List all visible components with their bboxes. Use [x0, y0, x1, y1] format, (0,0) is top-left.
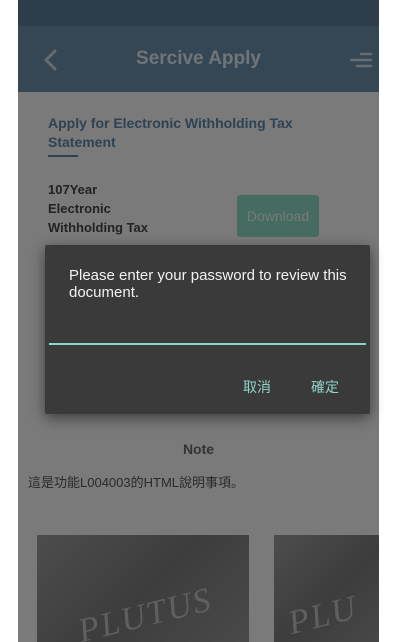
cancel-button[interactable]: 取消: [239, 373, 275, 401]
password-input[interactable]: [49, 315, 366, 345]
dialog-message: Please enter your password to review thi…: [69, 267, 347, 301]
password-dialog: Please enter your password to review thi…: [45, 245, 370, 414]
confirm-button[interactable]: 確定: [307, 373, 343, 401]
